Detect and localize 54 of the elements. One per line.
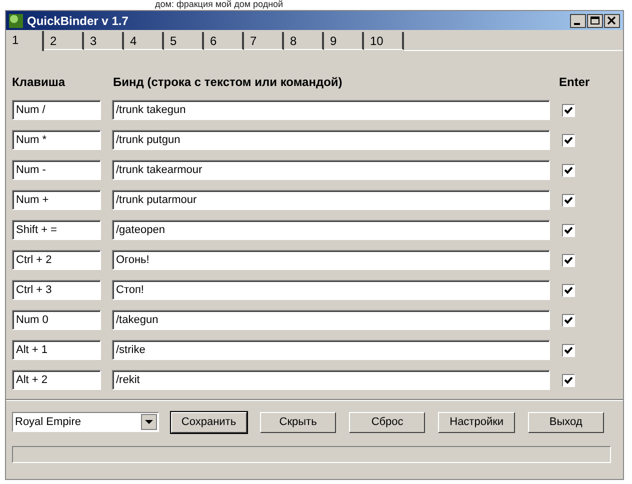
hotkey-field[interactable]: Shift + = — [12, 220, 101, 240]
enter-checkbox[interactable] — [562, 254, 575, 266]
hotkey-field[interactable]: Ctrl + 2 — [12, 250, 101, 270]
tab[interactable]: 3 — [84, 32, 124, 50]
enter-checkbox[interactable] — [562, 314, 575, 326]
enter-checkbox[interactable] — [562, 134, 575, 146]
tab[interactable]: 8 — [284, 32, 324, 50]
bind-text-field[interactable]: /strike — [112, 340, 550, 360]
minimize-button[interactable] — [570, 14, 586, 28]
bind-text-field[interactable]: /gateopen — [112, 220, 550, 240]
hotkey-field[interactable]: Num / — [12, 100, 101, 120]
column-header: Enter — [559, 75, 590, 91]
maximize-button[interactable] — [587, 14, 603, 28]
enter-checkbox[interactable] — [562, 224, 575, 236]
tab[interactable]: 4 — [124, 32, 164, 50]
hotkey-field[interactable]: Num * — [12, 130, 101, 150]
hotkey-field[interactable]: Alt + 2 — [12, 370, 101, 390]
hotkey-field[interactable]: Ctrl + 3 — [12, 280, 101, 300]
action-button[interactable]: Настройки — [438, 412, 515, 432]
action-button[interactable]: Выход — [528, 412, 604, 432]
action-button[interactable]: Сброс — [349, 412, 426, 432]
close-button[interactable] — [604, 14, 620, 28]
bind-text-field[interactable]: /trunk takearmour — [112, 160, 550, 180]
bind-text-field[interactable]: /rekit — [112, 370, 550, 390]
hotkey-field[interactable]: Num - — [12, 160, 101, 180]
tab[interactable]: 7 — [244, 32, 284, 50]
bind-text-field[interactable]: /trunk putarmour — [112, 190, 550, 210]
server-dropdown[interactable]: Royal Empire — [12, 412, 159, 432]
window-title: QuickBinder v 1.7 — [27, 14, 128, 28]
action-button[interactable]: Скрыть — [260, 412, 336, 432]
enter-checkbox[interactable] — [562, 164, 575, 176]
hotkey-field[interactable]: Alt + 1 — [12, 340, 101, 360]
tab[interactable]: 10 — [364, 32, 404, 50]
action-button[interactable]: Сохранить — [170, 412, 247, 432]
column-header: Клавиша — [12, 75, 66, 91]
tab[interactable]: 9 — [324, 32, 364, 50]
bind-text-field[interactable]: /takegun — [112, 310, 550, 330]
tab[interactable]: 5 — [164, 32, 204, 50]
enter-checkbox[interactable] — [562, 344, 575, 356]
hotkey-field[interactable]: Num + — [12, 190, 101, 210]
bind-text-field[interactable]: /trunk putgun — [112, 130, 550, 150]
tab[interactable]: 2 — [44, 32, 84, 50]
background-text: дом: фракция мой дом родной — [155, 0, 284, 9]
bind-text-field[interactable]: /trunk takegun — [112, 100, 550, 120]
enter-checkbox[interactable] — [562, 284, 575, 296]
enter-checkbox[interactable] — [562, 104, 575, 116]
app-icon — [9, 14, 23, 28]
hotkey-field[interactable]: Num 0 — [12, 310, 101, 330]
column-header: Бинд (строка с текстом или командой) — [113, 75, 344, 91]
enter-checkbox[interactable] — [562, 194, 575, 206]
enter-checkbox[interactable] — [562, 374, 575, 386]
bind-text-field[interactable]: Стоп! — [112, 280, 550, 300]
bind-text-field[interactable]: Огонь! — [112, 250, 550, 270]
tab[interactable]: 6 — [204, 32, 244, 50]
